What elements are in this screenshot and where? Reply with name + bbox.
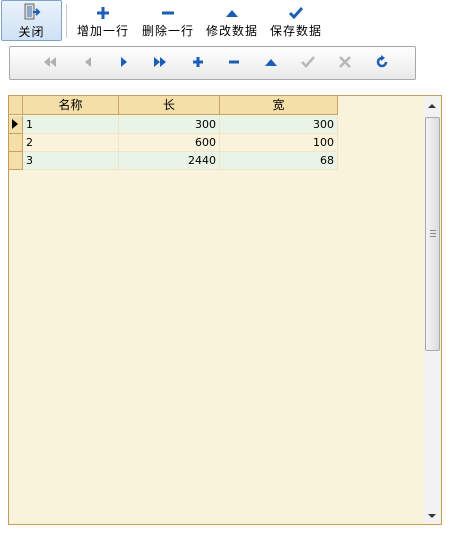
nav-first-button[interactable] bbox=[38, 53, 62, 73]
cell-width[interactable]: 300 bbox=[220, 116, 338, 134]
delete-row-label: 删除一行 bbox=[141, 24, 194, 38]
delete-record-icon bbox=[228, 56, 240, 71]
vertical-scrollbar[interactable] bbox=[424, 97, 440, 523]
add-row-label: 增加一行 bbox=[76, 24, 129, 38]
last-record-icon bbox=[153, 56, 167, 71]
cell-length[interactable]: 300 bbox=[119, 116, 220, 134]
add-row-button[interactable]: 增加一行 bbox=[73, 0, 133, 41]
row-indicator bbox=[9, 152, 23, 170]
thumb-grip-line bbox=[430, 230, 436, 231]
cell-width[interactable]: 68 bbox=[220, 152, 338, 170]
cell-length[interactable]: 600 bbox=[119, 134, 220, 152]
nav-prior-button[interactable] bbox=[76, 53, 100, 73]
column-header-name[interactable]: 名称 bbox=[23, 96, 119, 115]
prior-record-icon bbox=[83, 56, 93, 71]
nav-refresh-button[interactable] bbox=[370, 53, 394, 73]
scroll-up-button[interactable] bbox=[424, 97, 440, 113]
scroll-down-arrow-icon bbox=[428, 508, 436, 522]
first-record-icon bbox=[43, 56, 57, 71]
insert-record-icon bbox=[192, 56, 204, 71]
nav-next-button[interactable] bbox=[112, 53, 136, 73]
next-record-icon bbox=[119, 56, 129, 71]
nav-post-button[interactable] bbox=[296, 53, 320, 73]
modify-data-label: 修改数据 bbox=[205, 24, 258, 38]
cell-name[interactable]: 2 bbox=[23, 134, 119, 152]
nav-delete-button[interactable] bbox=[222, 53, 246, 73]
triangle-up-icon bbox=[225, 0, 239, 20]
cell-length[interactable]: 2440 bbox=[119, 152, 220, 170]
thumb-grip-line bbox=[430, 236, 436, 237]
cell-name[interactable]: 3 bbox=[23, 152, 119, 170]
close-button[interactable]: 关闭 bbox=[1, 0, 62, 41]
scrollbar-thumb[interactable] bbox=[425, 117, 440, 351]
thumb-grip-line bbox=[430, 233, 436, 234]
edit-record-icon bbox=[264, 56, 278, 71]
record-navigator bbox=[9, 46, 416, 80]
delete-row-button[interactable]: 删除一行 bbox=[138, 0, 198, 41]
post-checkmark-icon bbox=[301, 55, 315, 71]
minus-icon bbox=[161, 0, 175, 20]
scroll-down-button[interactable] bbox=[424, 507, 440, 523]
nav-last-button[interactable] bbox=[148, 53, 172, 73]
plus-icon bbox=[96, 0, 110, 20]
scroll-up-arrow-icon bbox=[428, 98, 436, 112]
header-corner bbox=[9, 96, 23, 115]
cell-name[interactable]: 1 bbox=[23, 116, 119, 134]
nav-edit-button[interactable] bbox=[259, 53, 283, 73]
nav-insert-button[interactable] bbox=[186, 53, 210, 73]
nav-cancel-button[interactable] bbox=[333, 53, 357, 73]
refresh-icon bbox=[375, 54, 389, 72]
modify-data-button[interactable]: 修改数据 bbox=[202, 0, 262, 41]
save-data-label: 保存数据 bbox=[269, 24, 322, 38]
cell-width[interactable]: 100 bbox=[220, 134, 338, 152]
close-button-label: 关闭 bbox=[18, 25, 45, 39]
row-indicator bbox=[9, 116, 23, 134]
checkmark-icon bbox=[289, 0, 303, 20]
exit-door-icon bbox=[23, 1, 41, 21]
cancel-x-icon bbox=[339, 55, 351, 71]
toolbar-separator bbox=[66, 4, 67, 38]
row-indicator bbox=[9, 134, 23, 152]
current-row-arrow-icon bbox=[9, 119, 21, 135]
save-data-button[interactable]: 保存数据 bbox=[266, 0, 326, 41]
main-toolbar: 关闭 增加一行 删除一行 修改数据 保存数据 bbox=[0, 0, 451, 42]
data-grid[interactable]: 名称 长 宽 1 300 300 2 600 100 3 2440 68 bbox=[8, 95, 442, 525]
column-header-width[interactable]: 宽 bbox=[220, 96, 338, 115]
column-header-length[interactable]: 长 bbox=[119, 96, 220, 115]
